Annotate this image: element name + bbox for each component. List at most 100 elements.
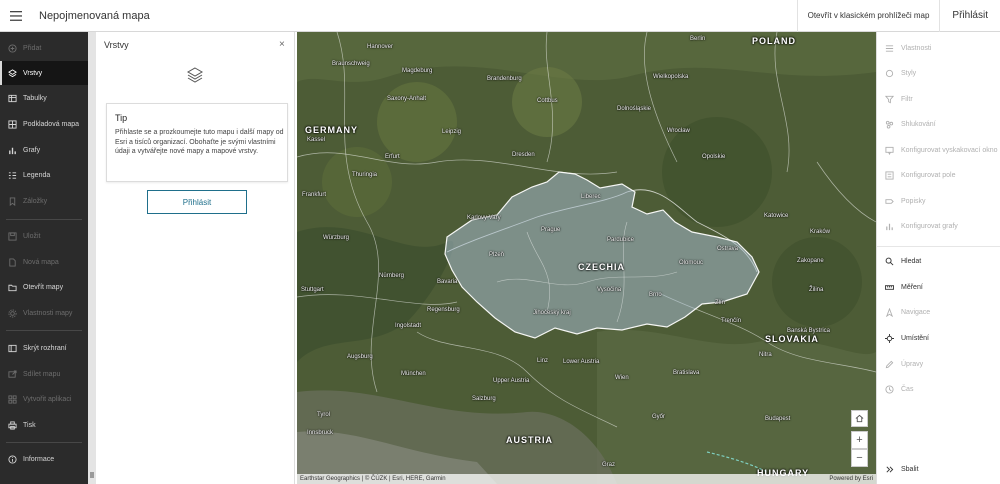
map-place-label: Wien (615, 375, 629, 381)
toolbar-create-app[interactable]: Vytvořit aplikaci (0, 387, 88, 411)
map-place-label: Olomouc (679, 260, 704, 266)
location-icon (885, 333, 894, 343)
map-country-label: CZECHIA (578, 262, 625, 272)
map-place-label: Opolskie (702, 154, 726, 160)
toolbar-legend[interactable]: Legenda (0, 163, 88, 187)
open-classic-viewer-link[interactable]: Otevřít v klasickém prohlížeči map (796, 0, 940, 32)
rtool-styles[interactable]: Styly (877, 61, 1000, 85)
navigation-icon (885, 307, 894, 317)
table-icon (8, 94, 17, 103)
print-icon (8, 420, 17, 430)
menu-button[interactable] (0, 0, 32, 32)
panel-scrollbar[interactable] (90, 472, 94, 478)
toolbar-info-label: Informace (23, 455, 55, 463)
map-place-label: Frankfurt (302, 192, 327, 198)
rtool-fields[interactable]: Konfigurovat pole (877, 163, 1000, 187)
toolbar-basemap-label: Podkladová mapa (23, 120, 80, 128)
rtool-measure[interactable]: Měření (877, 275, 1000, 299)
rtool-label: Shlukování (901, 120, 936, 128)
rtool-label: Čas (901, 385, 914, 393)
chart-config-icon (885, 222, 894, 231)
bookmark-icon (8, 196, 17, 206)
toolbar-hide-ui[interactable]: Skrýt rozhraní (0, 336, 88, 360)
left-toolbar: Přidat Vrstvy Tabulky Podkladová mapa Gr… (0, 32, 88, 484)
rtool-filter[interactable]: Filtr (877, 87, 1000, 111)
filter-icon (885, 95, 894, 104)
toolbar-map-properties[interactable]: Vlastnosti mapy (0, 301, 88, 325)
toolbar-add[interactable]: Přidat (0, 36, 88, 60)
attribution-text[interactable]: Earthstar Geographics | © ČÚZK | Esri, H… (300, 476, 446, 482)
map-place-label: Banská Bystrica (787, 328, 831, 334)
rtool-labels[interactable]: Popisky (877, 189, 1000, 213)
rtool-popup[interactable]: Konfigurovat vyskakovací okno (877, 138, 1000, 162)
map-title[interactable]: Nepojmenovaná mapa (39, 10, 150, 22)
properties-icon (885, 44, 894, 53)
toolbar-basemap[interactable]: Podkladová mapa (0, 112, 88, 136)
toolbar-layers[interactable]: Vrstvy (0, 61, 88, 85)
styles-icon (885, 69, 894, 78)
header-sign-in-button[interactable]: Přihlásit (939, 0, 1000, 32)
map-place-label: Leipzig (442, 129, 462, 135)
rtool-label: Popisky (901, 197, 926, 205)
app-header: Nepojmenovaná mapa Otevřít v klasickém p… (0, 0, 1000, 32)
folder-icon (8, 283, 17, 292)
rtool-navigation[interactable]: Navigace (877, 300, 1000, 324)
map-place-label: Regensburg (427, 307, 460, 313)
hamburger-icon (10, 10, 22, 21)
map-place-label: Pardubice (607, 237, 635, 243)
toolbar-print-label: Tisk (23, 421, 36, 429)
map-country-label: GERMANY (305, 125, 359, 135)
powered-by-esri[interactable]: Powered by Esri (829, 476, 873, 482)
map-place-label: Cottbus (537, 98, 558, 104)
map-place-label: Katowice (764, 213, 789, 219)
tip-text: Přihlaste se a prozkoumejte tuto mapu i … (115, 129, 284, 156)
rtool-clustering[interactable]: Shlukování (877, 112, 1000, 136)
legend-icon (8, 171, 17, 180)
rtool-edit[interactable]: Úpravy (877, 352, 1000, 376)
map-place-label: Liberec (581, 194, 601, 200)
close-icon[interactable]: × (279, 39, 285, 50)
rtool-collapse[interactable]: Sbalit (877, 457, 1000, 481)
fields-icon (885, 170, 894, 180)
rtool-time[interactable]: Čas (877, 377, 1000, 401)
panel-title: Vrstvy (104, 40, 129, 50)
toolbar-new-map[interactable]: Nová mapa (0, 250, 88, 274)
map-place-label: Magdeburg (402, 68, 433, 74)
toolbar-tables[interactable]: Tabulky (0, 86, 88, 110)
toolbar-charts[interactable]: Grafy (0, 138, 88, 162)
toolbar-save-label: Uložit (23, 232, 41, 240)
hide-ui-icon (8, 344, 17, 353)
layers-icon (186, 67, 204, 83)
map-place-label: Kassel (307, 137, 326, 143)
toolbar-open-maps[interactable]: Otevřít mapy (0, 275, 88, 299)
rtool-properties[interactable]: Vlastnosti (877, 36, 1000, 60)
panel-sign-in-button[interactable]: Přihlásit (147, 190, 247, 214)
share-icon (8, 369, 17, 379)
map-place-label: Dolnośląskie (617, 106, 652, 112)
right-toolbar-divider (877, 246, 1000, 247)
rtool-label: Konfigurovat vyskakovací okno (901, 146, 998, 154)
basemap-icon (8, 119, 17, 129)
popup-icon (885, 146, 894, 155)
toolbar-bookmarks[interactable]: Záložky (0, 189, 88, 213)
toolbar-share-map[interactable]: Sdílet mapu (0, 362, 88, 386)
rtool-label: Úpravy (901, 360, 924, 368)
toolbar-save[interactable]: Uložit (0, 224, 88, 248)
map-place-label: Dresden (512, 152, 535, 158)
map-place-label: Jihočeský kraj (533, 310, 571, 316)
map-place-label: Ostrava (717, 246, 739, 252)
toolbar-info[interactable]: Informace (0, 447, 88, 471)
home-button[interactable] (851, 410, 868, 427)
rtool-search[interactable]: Hledat (877, 249, 1000, 273)
gear-icon (8, 308, 17, 318)
toolbar-print[interactable]: Tisk (0, 413, 88, 437)
map-place-label: Kraków (810, 229, 831, 235)
map-view[interactable]: POLAND GERMANY CZECHIA SLOVAKIA AUSTRIA … (297, 32, 876, 484)
map-place-label: Vysočina (597, 287, 622, 293)
rtool-location[interactable]: Umístění (877, 326, 1000, 350)
zoom-in-button[interactable]: + (851, 431, 868, 449)
rtool-configure-charts[interactable]: Konfigurovat grafy (877, 214, 1000, 238)
zoom-out-button[interactable]: − (851, 449, 868, 467)
toolbar-layers-label: Vrstvy (23, 69, 43, 77)
chart-icon (8, 146, 17, 155)
